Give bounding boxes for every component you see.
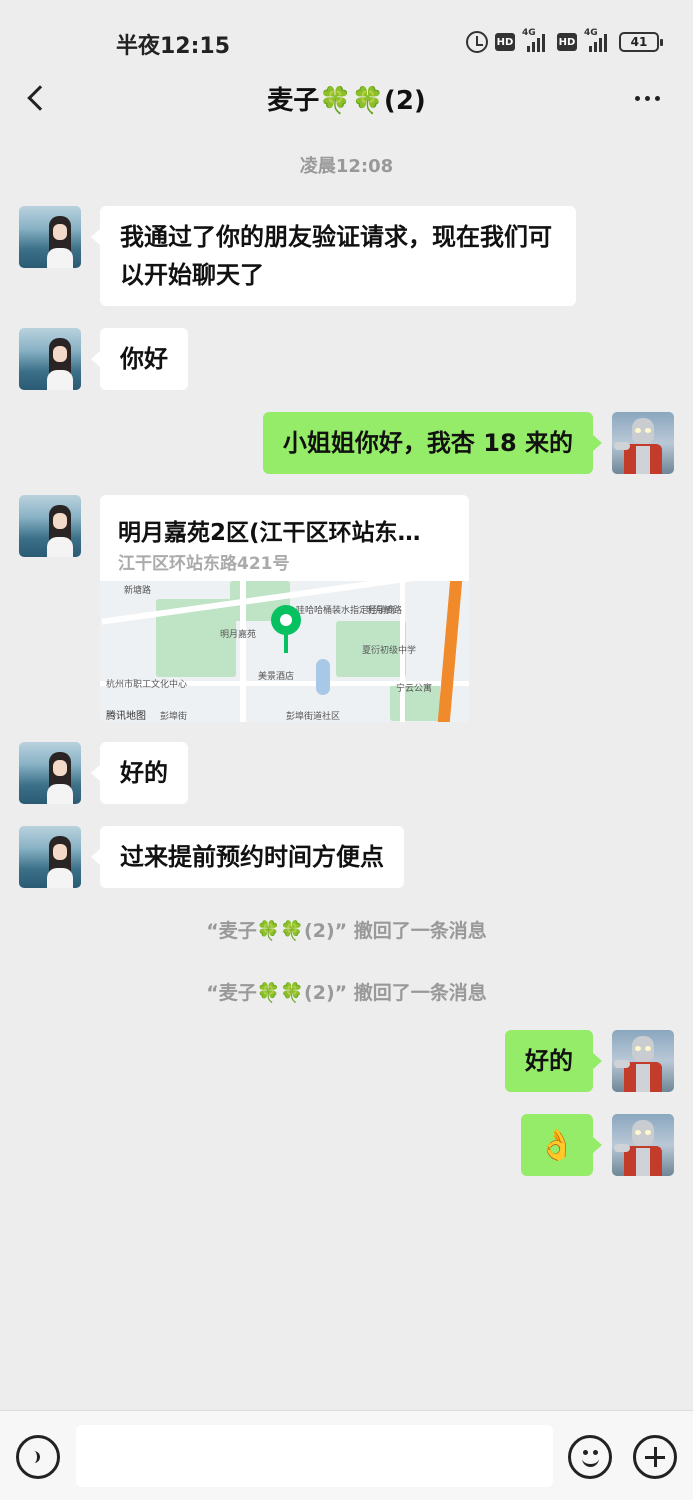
message-input[interactable] (76, 1425, 553, 1487)
more-functions-button[interactable] (633, 1435, 677, 1479)
location-title: 明月嘉苑2区(江干区环站东… (118, 520, 421, 546)
chat-messages[interactable]: 凌晨12:08 我通过了你的朋友验证请求，现在我们可以开始聊天了 你好 小姐姐你… (0, 132, 693, 1410)
hd-badge-2: HD (557, 33, 577, 51)
contact-avatar[interactable] (19, 742, 81, 804)
my-avatar[interactable] (612, 1030, 674, 1092)
more-button[interactable] (629, 84, 665, 112)
chat-title[interactable]: 麦子🍀🍀(2) (0, 80, 693, 117)
voice-icon (28, 1451, 40, 1463)
timestamp: 凌晨12:08 (299, 156, 394, 177)
map-provider: 腾讯地图 (106, 711, 146, 722)
hd-badge: HD (495, 33, 515, 51)
contact-avatar[interactable] (19, 206, 81, 268)
signal-icon: 4G (522, 28, 550, 54)
message-bubble[interactable]: 你好 (91, 328, 188, 390)
location-card[interactable]: 明月嘉苑2区(江干区环站东… 江干区环站东路421号 新塘路 明月嘉苑 哇哈哈桶… (100, 495, 469, 722)
message-bubble[interactable]: 过来提前预约时间方便点 (91, 826, 404, 888)
chat-header: 麦子🍀🍀(2) (0, 70, 693, 126)
more-dots-icon (634, 95, 640, 101)
location-address: 江干区环站东路421号 (118, 554, 290, 574)
contact-avatar[interactable] (19, 328, 81, 390)
ok-hand-emoji[interactable]: 👌 (521, 1114, 602, 1176)
map-preview: 新塘路 明月嘉苑 哇哈哈桶装水指定经销商 明月桥路 夏衍初级中学 杭州市职工文化… (100, 581, 469, 722)
emoji-button[interactable] (568, 1435, 612, 1479)
alarm-icon (466, 31, 488, 53)
my-avatar[interactable] (612, 412, 674, 474)
signal-icon-2: 4G (584, 28, 612, 54)
message-bubble[interactable]: 小姐姐你好，我杏 18 来的 (262, 412, 603, 474)
input-bar (0, 1410, 693, 1500)
voice-button[interactable] (16, 1435, 60, 1479)
battery-icon: 41 (619, 32, 663, 52)
contact-avatar[interactable] (19, 826, 81, 888)
recall-notice: “麦子🍀🍀(2)” 撤回了一条消息 (206, 920, 487, 942)
contact-avatar[interactable] (19, 495, 81, 557)
status-time: 半夜12:15 (116, 34, 231, 59)
status-icons: HD 4G HD 4G 41 (466, 28, 663, 54)
emoji-face-icon (583, 1450, 588, 1455)
message-bubble[interactable]: 好的 (505, 1030, 602, 1092)
my-avatar[interactable] (612, 1114, 674, 1176)
message-bubble[interactable]: 我通过了你的朋友验证请求，现在我们可以开始聊天了 (91, 206, 576, 306)
recall-notice: “麦子🍀🍀(2)” 撤回了一条消息 (206, 982, 487, 1004)
message-bubble[interactable]: 好的 (91, 742, 188, 804)
